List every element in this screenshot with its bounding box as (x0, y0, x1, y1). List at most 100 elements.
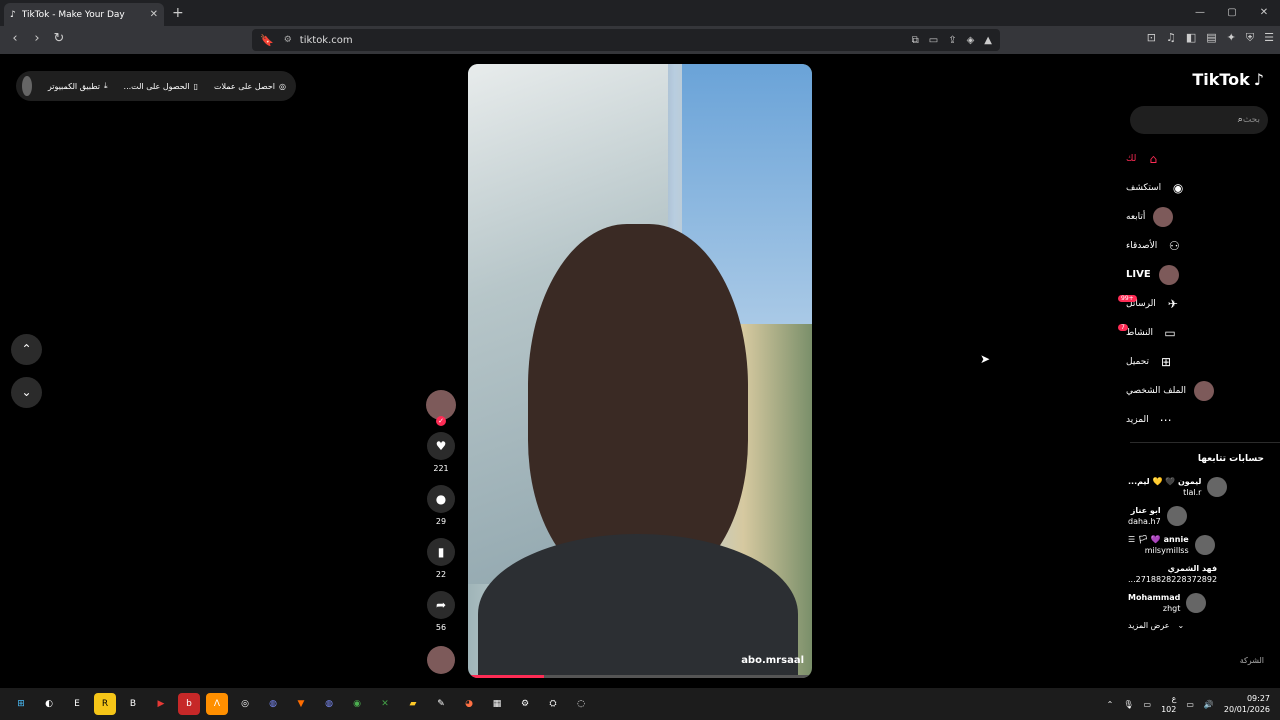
app-a-icon[interactable]: Λ (206, 693, 228, 715)
app-b-icon[interactable]: b (178, 693, 200, 715)
vpn-icon[interactable]: ⛨ (1246, 31, 1254, 45)
translate-icon[interactable]: ⧉ (912, 35, 919, 46)
share-arrow-icon[interactable]: ➦ (427, 591, 455, 619)
menu-icon[interactable]: ☰ (1264, 31, 1274, 45)
sidebar-item-messages[interactable]: ✈ +99 الرسائل (1118, 289, 1266, 318)
heart-icon[interactable]: ♥ (427, 432, 455, 460)
screenshot-icon[interactable]: ⊡ (1147, 31, 1156, 45)
app-grid-icon[interactable]: ▦ (486, 693, 508, 715)
following-account[interactable]: ابو عناز daha.h7 (1128, 501, 1264, 530)
sidebar-item-explore[interactable]: ◉ استكشف (1126, 173, 1266, 202)
sidebar-item-for-you[interactable]: ⌂ لك (1126, 144, 1266, 173)
rewards-icon[interactable]: ▲ (984, 35, 992, 46)
comment-count: 29 (435, 517, 447, 526)
media-player-icon[interactable]: ▶ (150, 693, 172, 715)
search-icon[interactable]: ⌕ (1238, 115, 1243, 125)
shield-icon[interactable]: ◈ (967, 35, 975, 46)
following-account[interactable]: ليمون 🖤 💛 ليم... tlal.r (1128, 472, 1264, 501)
sidebar-icon[interactable]: ◧ (1186, 31, 1196, 45)
chevron-up-icon[interactable]: ⌃ (1107, 700, 1114, 709)
xbox-icon[interactable]: ✕ (374, 693, 396, 715)
share-icon[interactable]: ⇪ (948, 35, 956, 46)
creator-avatar[interactable]: ✓ (426, 390, 456, 426)
following-account[interactable]: Mohammad zhgt (1128, 588, 1264, 617)
discord-alt-icon[interactable]: ◍ (318, 693, 340, 715)
bookmark-icon[interactable]: ▮ (427, 538, 455, 566)
tiktok-logo[interactable]: ♪ TikTok (1192, 70, 1264, 89)
sidebar-item-friends[interactable]: ⚇ الأصدقاء (1126, 231, 1266, 260)
video-progress-bar[interactable] (468, 675, 812, 678)
sidebar-item-more[interactable]: ⋯ المزيد (1126, 405, 1266, 434)
minimize-button[interactable]: — (1184, 0, 1216, 26)
steam-icon[interactable]: ◐ (38, 693, 60, 715)
volume-icon[interactable]: 🔊 (1204, 700, 1214, 709)
music-disc[interactable] (427, 646, 455, 674)
like-action[interactable]: ♥ 221 (424, 432, 458, 473)
get-app-button[interactable]: ▯ الحصول على الت... (124, 82, 198, 91)
next-video-button[interactable]: ⌄ (11, 377, 42, 408)
user-avatar[interactable] (22, 76, 32, 96)
maximize-button[interactable]: ▢ (1216, 0, 1248, 26)
site-info-icon[interactable]: ⚙ (284, 35, 292, 45)
video-person (528, 224, 748, 584)
sidebar-item-live[interactable]: LIVE (1126, 260, 1266, 289)
search-input[interactable]: بحث ⌕ (1130, 106, 1268, 134)
video-actions: ✓ ♥ 221 ● 29 ▮ 22 ➦ 56 (424, 390, 458, 674)
clock[interactable]: 09:27 20/01/2026 (1224, 693, 1270, 715)
company-link[interactable]: الشركة (1128, 656, 1264, 665)
tab-close-icon[interactable]: ✕ (150, 9, 158, 20)
music-icon[interactable]: ♫ (1166, 31, 1176, 45)
microphone-icon[interactable]: 🎙 (1123, 700, 1133, 709)
sidebar-item-activity[interactable]: ▭ 7 النشاط (1118, 318, 1266, 347)
save-action[interactable]: ▮ 22 (424, 538, 458, 579)
chrome-icon[interactable]: ◉ (346, 693, 368, 715)
video-author-handle[interactable]: abo.mrsaal (741, 655, 804, 666)
app-icon[interactable]: ✎ (430, 693, 452, 715)
desktop-app-button[interactable]: ⤓ تطبيق الكمبيوتر (48, 81, 108, 91)
ai-icon[interactable]: ✦ (1227, 31, 1236, 45)
battlenet-icon[interactable]: B (122, 693, 144, 715)
nav-buttons: ‹ › ↻ (8, 31, 66, 46)
upload-icon: ⊞ (1161, 354, 1172, 369)
previous-video-button[interactable]: ⌃ (11, 334, 42, 365)
taskbar-apps: ⊞ ◐ E R B ▶ b Λ ◎ ◍ ▼ ◍ ◉ ✕ ▰ ✎ ◕ ▦ ⚙ ⛭ … (0, 693, 592, 715)
sidebar-item-following[interactable]: أتابعه (1126, 202, 1266, 231)
app-tool-icon[interactable]: ⛭ (542, 693, 564, 715)
sidebar-item-upload[interactable]: ⊞ تحميل (1126, 347, 1266, 376)
display-icon[interactable]: ▭ (1144, 700, 1152, 709)
forward-icon[interactable]: › (30, 31, 44, 46)
epic-games-icon[interactable]: E (66, 693, 88, 715)
close-window-button[interactable]: ✕ (1248, 0, 1280, 26)
keyboard-layout[interactable]: ع 102 (1161, 693, 1176, 715)
get-app-bar: ◎ احصل على عملات ▯ الحصول على الت... ⤓ ت… (16, 71, 296, 101)
windows-start-icon[interactable]: ⊞ (10, 693, 32, 715)
sidebar-item-profile[interactable]: الملف الشخصي (1126, 376, 1266, 405)
new-tab-button[interactable]: + (172, 5, 184, 21)
video-player[interactable]: abo.mrsaal (468, 64, 812, 678)
follow-check-icon[interactable]: ✓ (436, 416, 446, 426)
steam-client-icon[interactable]: ◎ (234, 693, 256, 715)
discord-icon[interactable]: ◍ (262, 693, 284, 715)
browser-tab[interactable]: ♪ TikTok - Make Your Day ✕ (4, 3, 164, 26)
reload-icon[interactable]: ↻ (52, 31, 66, 46)
following-account[interactable]: فهد الشمري 2718828228372892... (1128, 559, 1264, 588)
see-more-button[interactable]: ⌄ عرض المزيد (1128, 621, 1264, 630)
back-icon[interactable]: ‹ (8, 31, 22, 46)
address-bar[interactable]: 🔖 ⚙ tiktok.com ⧉ ▭ ⇪ ◈ ▲ (252, 29, 1000, 51)
cast-icon[interactable]: ▭ (929, 35, 938, 46)
brave-browser-icon[interactable]: ▼ (290, 693, 312, 715)
network-icon[interactable]: ▭ (1186, 700, 1194, 709)
wallet-icon[interactable]: ▤ (1206, 31, 1216, 45)
bookmark-icon[interactable]: 🔖 (260, 34, 274, 47)
comment-icon[interactable]: ● (427, 485, 455, 513)
loader-icon[interactable]: ◌ (570, 693, 592, 715)
share-action[interactable]: ➦ 56 (424, 591, 458, 632)
comment-action[interactable]: ● 29 (424, 485, 458, 526)
folder-icon[interactable]: ▰ (402, 693, 424, 715)
get-coins-button[interactable]: ◎ احصل على عملات (214, 82, 286, 91)
vpn-app-icon[interactable]: ◕ (458, 693, 480, 715)
following-account[interactable]: annie 💜 🏳 ☰ milsymillss (1128, 530, 1264, 559)
settings-icon[interactable]: ⚙ (514, 693, 536, 715)
like-count: 221 (433, 464, 449, 473)
rockstar-icon[interactable]: R (94, 693, 116, 715)
